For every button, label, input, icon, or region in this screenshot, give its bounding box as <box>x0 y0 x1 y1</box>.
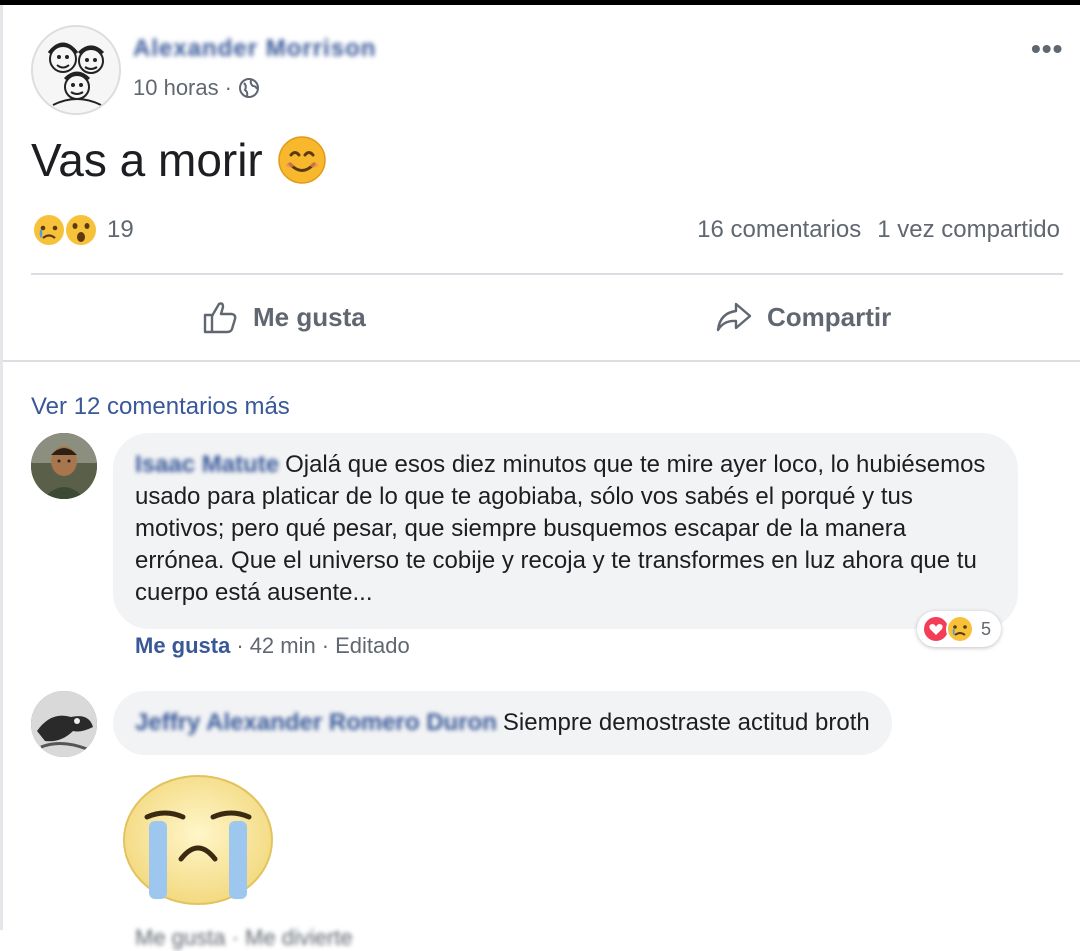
comment-avatar[interactable] <box>31 691 97 757</box>
post-card: Alexander Morrison 10 horas · ••• Vas a … <box>3 5 1080 950</box>
meta-separator: · <box>224 75 232 100</box>
wow-reaction-icon <box>64 213 98 247</box>
shares-count-link[interactable]: 1 vez compartido <box>877 216 1060 244</box>
sad-reaction-icon <box>946 615 974 643</box>
comment-meta-cut: Me gusta · Me divierte <box>135 925 353 950</box>
more-options-button[interactable]: ••• <box>1031 33 1063 65</box>
post-time[interactable]: 10 horas <box>133 75 219 101</box>
divider <box>31 273 1063 275</box>
comment-meta: Me gusta · 42 min · Editado <box>135 633 410 659</box>
comment-avatar[interactable] <box>31 433 97 499</box>
divider <box>3 360 1080 362</box>
comment-like-link[interactable]: Me gusta <box>135 633 230 659</box>
meta-separator: · <box>321 633 330 658</box>
engagement-counts: 16 comentarios 1 vez compartido <box>697 216 1060 244</box>
globe-icon <box>238 78 259 98</box>
comment-edited[interactable]: Editado <box>335 633 410 659</box>
post-text: Vas a morir <box>31 134 263 186</box>
share-button-label: Compartir <box>767 301 892 332</box>
smile-emoji-icon <box>278 136 326 184</box>
like-button-label: Me gusta <box>253 301 366 332</box>
post-author-name[interactable]: Alexander Morrison <box>133 35 376 63</box>
comment-text: Siempre demostraste actitud broth <box>502 709 870 736</box>
author-avatar[interactable] <box>31 25 121 115</box>
thumbs-up-icon <box>203 302 237 334</box>
post-content: Vas a morir <box>31 133 327 187</box>
comment-author[interactable]: Jeffry Alexander Romero Duron <box>135 709 497 736</box>
like-button[interactable]: Me gusta <box>201 298 366 336</box>
comment-bubble: Isaac Matute Ojalá que esos diez minutos … <box>113 433 1018 629</box>
comment-reaction-count: 5 <box>981 618 992 639</box>
comment-reactions[interactable]: 5 <box>917 611 1002 647</box>
comment-author[interactable]: Isaac Matute <box>135 451 279 478</box>
post-meta: 10 horas · <box>133 75 260 101</box>
meta-separator: · <box>236 633 244 658</box>
comment-bubble: Jeffry Alexander Romero Duron Siempre dem… <box>113 691 892 755</box>
sad-reaction-icon <box>32 213 66 247</box>
view-more-comments-link[interactable]: Ver 12 comentarios más <box>31 393 290 421</box>
comments-count-link[interactable]: 16 comentarios <box>697 216 861 244</box>
comment-time[interactable]: 42 min <box>250 633 316 659</box>
reaction-count: 19 <box>107 216 134 243</box>
share-arrow-icon <box>716 302 752 332</box>
crying-sticker-icon <box>123 775 273 905</box>
post-reactions[interactable]: 19 <box>31 212 134 248</box>
share-button[interactable]: Compartir <box>715 298 891 336</box>
